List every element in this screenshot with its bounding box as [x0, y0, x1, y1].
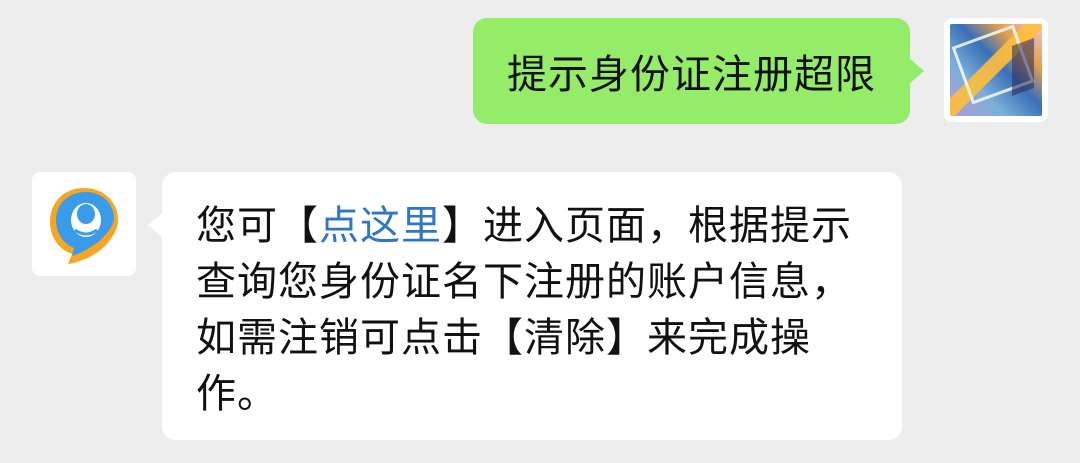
sent-message-row: 提示身份证注册超限	[473, 18, 1048, 124]
user-avatar-icon[interactable]	[944, 18, 1048, 122]
received-message-row: 您可【点这里】进入页面，根据提示查询您身份证名下注册的账户信息，如需注销可点击【…	[32, 172, 902, 440]
bubble-tail	[909, 58, 924, 84]
click-here-link[interactable]: 点这里	[319, 203, 442, 249]
received-message-bubble: 您可【点这里】进入页面，根据提示查询您身份证名下注册的账户信息，如需注销可点击【…	[148, 172, 902, 440]
sent-message-text: 提示身份证注册超限	[507, 52, 876, 98]
qq-penguin-icon[interactable]	[32, 172, 136, 276]
bubble-tail	[148, 212, 163, 238]
sent-message-bubble[interactable]: 提示身份证注册超限	[473, 18, 924, 124]
received-message-text: 您可【点这里】进入页面，根据提示查询您身份证名下注册的账户信息，如需注销可点击【…	[196, 203, 852, 417]
